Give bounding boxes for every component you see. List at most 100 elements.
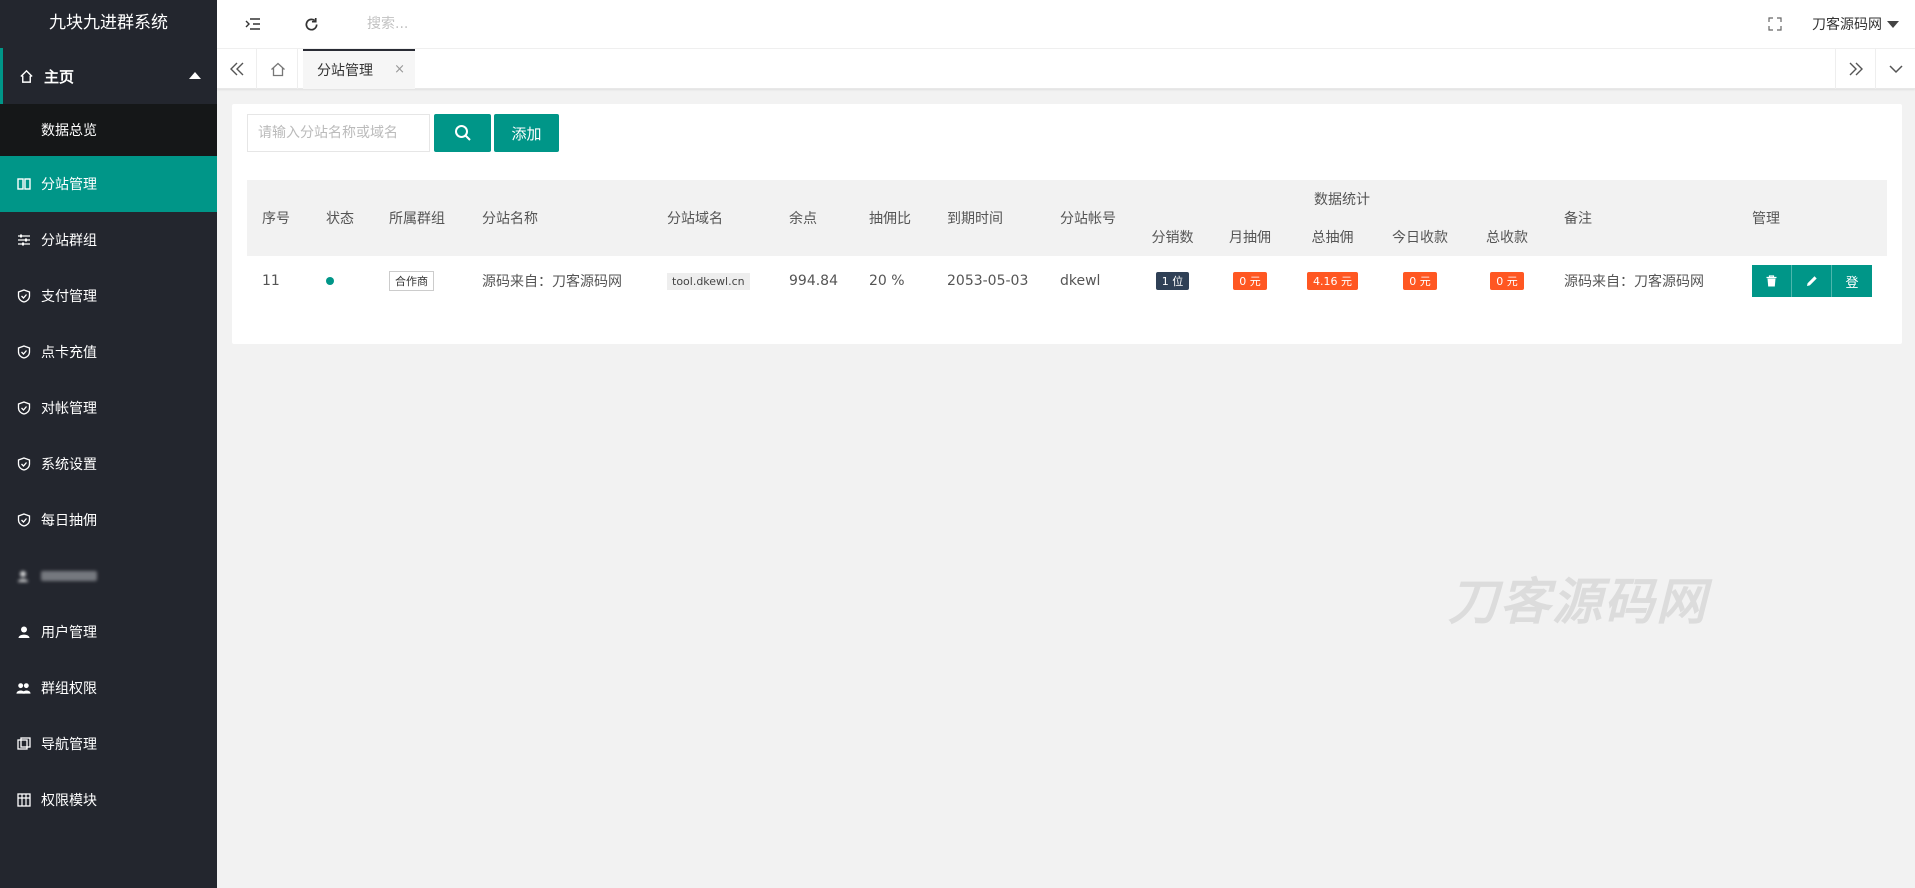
distribution-badge: 1 位 [1155,272,1190,290]
nav-icon [16,737,31,752]
sidebar-item-group-permissions[interactable]: 群组权限 [0,660,217,716]
col-month-commission: 月抽佣 [1229,230,1271,246]
sidebar-item-label: 权限模块 [41,793,97,809]
shield-check-icon [16,289,31,304]
sidebar-subitem-dashboard[interactable]: 数据总览 [0,104,217,156]
sidebar-item-system-settings[interactable]: 系统设置 [0,436,217,492]
col-ratio: 抽佣比 [869,211,911,227]
sidebar-item-branch-management[interactable]: 分站管理 [0,156,217,212]
user-menu[interactable]: 刀客源码网 [1812,14,1899,34]
trash-icon [1766,275,1777,287]
sidebar-item-reconciliation[interactable]: 对帐管理 [0,380,217,436]
search-button[interactable] [434,114,491,152]
refresh-icon[interactable] [301,14,321,34]
sidebar-item-label: 支付管理 [41,289,97,305]
cell-id: 11 [262,273,280,289]
month-commission-badge: 0 元 [1233,272,1267,290]
sidebar: 九块九进群系统 主页 数据总览 分站管理 分站群组 支付管理 点卡充值 对帐管理… [0,0,217,888]
login-button[interactable]: 登 [1832,265,1872,297]
col-total-income: 总收款 [1486,230,1528,246]
app-title: 九块九进群系统 [0,0,217,48]
table-row: 11 合作商 源码来自：刀客源码网 tool.dkewl.cn 994.84 2… [247,256,1887,306]
sidebar-item-permission-modules[interactable]: 权限模块 [0,772,217,828]
caret-down-icon [1887,20,1899,28]
cell-status [311,256,374,306]
col-today-income: 今日收款 [1392,230,1448,246]
double-chevron-left-icon [229,62,243,76]
users-icon [16,681,31,696]
sidebar-item-navigation[interactable]: 导航管理 [0,716,217,772]
cell-group: 合作商 [374,256,467,306]
tab-label: 分站管理 [317,63,373,79]
header-search-input[interactable] [367,12,567,36]
col-expire: 到期时间 [947,211,1003,227]
close-icon[interactable]: × [394,62,405,77]
status-dot-icon [326,277,334,285]
sidebar-item-label: 系统设置 [41,457,97,473]
col-stats: 数据统计 [1314,192,1370,208]
user-icon [16,625,31,640]
col-distribution: 分销数 [1151,230,1194,246]
sidebar-item-home[interactable]: 主页 [0,48,217,104]
menu-fold-icon[interactable] [243,14,263,34]
sidebar-item-label: 分站群组 [41,233,97,249]
tab-bar: 分站管理 × [217,49,1915,89]
cell-distribution: 1 位 [1135,256,1210,306]
cell-balance: 994.84 [789,273,838,289]
col-group: 所属群组 [389,211,445,227]
tabs-scroll-right-button[interactable] [1835,49,1875,89]
double-chevron-right-icon [1849,62,1863,76]
total-income-badge: 0 元 [1490,272,1524,290]
sidebar-item-label: 对帐管理 [41,401,97,417]
shield-check-icon [16,401,31,416]
blurred-label-placeholder [41,571,97,581]
sidebar-item-blurred[interactable] [0,548,217,604]
sidebar-item-branch-groups[interactable]: 分站群组 [0,212,217,268]
sidebar-item-payment[interactable]: 支付管理 [0,268,217,324]
col-remark: 备注 [1564,211,1592,227]
fullscreen-icon[interactable] [1765,14,1785,34]
chevron-down-icon [1888,65,1903,74]
sidebar-item-daily-commission[interactable]: 每日抽佣 [0,492,217,548]
cell-expire: 2053-05-03 [947,273,1029,289]
sidebar-item-label: 主页 [44,67,75,86]
total-commission-badge: 4.16 元 [1307,272,1358,290]
shield-check-icon [16,457,31,472]
sidebar-item-users[interactable]: 用户管理 [0,604,217,660]
watermark: 刀客源码网 [1448,573,1708,631]
cell-domain: tool.dkewl.cn [652,256,774,306]
cell-month-commission: 0 元 [1210,256,1290,306]
col-account: 分站帐号 [1060,211,1116,227]
edit-button[interactable] [1792,265,1832,297]
tab-home[interactable] [258,49,298,89]
cell-total-income: 0 元 [1465,256,1549,306]
domain-tag[interactable]: tool.dkewl.cn [667,272,750,290]
today-income-badge: 0 元 [1403,272,1437,290]
sidebar-item-label: 导航管理 [41,737,97,753]
sidebar-subitem-label: 数据总览 [41,123,97,139]
sidebar-item-card-recharge[interactable]: 点卡充值 [0,324,217,380]
col-name: 分站名称 [482,211,538,227]
row-actions: 登 [1752,265,1872,297]
delete-button[interactable] [1752,265,1792,297]
content-card: 添加 序号 状态 所属群组 分站名称 分站域名 余点 抽佣比 到期时间 分站帐号… [232,104,1902,344]
cell-manage: 登 [1737,256,1887,306]
sidebar-item-label: 分站管理 [41,177,97,193]
add-button[interactable]: 添加 [494,114,559,152]
columns-icon [16,177,31,192]
sidebar-item-label: 点卡充值 [41,345,97,361]
pencil-icon [1806,276,1817,286]
tabs-menu-button[interactable] [1875,49,1915,89]
col-manage: 管理 [1752,211,1780,227]
col-status: 状态 [326,211,354,227]
cell-remark: 源码来自：刀客源码网 [1564,274,1704,290]
sidebar-item-label: 用户管理 [41,625,97,641]
branch-search-input[interactable] [247,114,430,152]
top-header: 刀客源码网 [217,0,1915,49]
shield-check-icon [16,513,31,528]
tabs-scroll-left-button[interactable] [217,49,257,89]
home-icon [270,62,285,76]
tab-branch-management[interactable]: 分站管理 × [303,49,415,89]
cell-name: 源码来自：刀客源码网 [482,274,622,290]
sidebar-item-label: 每日抽佣 [41,513,97,529]
